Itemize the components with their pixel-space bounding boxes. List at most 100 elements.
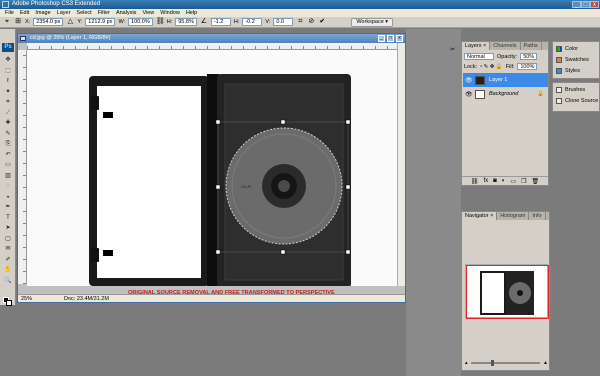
brush-icon[interactable]: ✎ <box>3 131 13 138</box>
tab-navigator[interactable]: Navigator × <box>462 212 498 220</box>
layer-row-background[interactable]: 👁 Background 🔒 <box>463 87 548 101</box>
menu-help[interactable]: Help <box>183 9 200 17</box>
crop-icon[interactable]: ⌗ <box>3 99 13 106</box>
move-icon[interactable]: ✥ <box>3 57 13 64</box>
tab-layers[interactable]: Layers × <box>462 42 491 50</box>
cancel-transform-icon[interactable]: ⊘ <box>307 18 315 26</box>
stamp-icon[interactable]: ⎘ <box>3 141 13 148</box>
marquee-icon[interactable]: ⬚ <box>3 68 13 75</box>
reference-point-icon[interactable]: ⊞ <box>14 18 22 26</box>
tab-info[interactable]: Info <box>529 212 546 220</box>
magic-wand-icon[interactable]: ✦ <box>3 89 13 96</box>
menu-edit[interactable]: Edit <box>17 9 32 17</box>
menu-window[interactable]: Window <box>157 9 183 17</box>
menu-image[interactable]: Image <box>32 9 53 17</box>
zoom-in-icon[interactable]: ▲ <box>543 360 548 366</box>
doc-minimize-button[interactable]: _ <box>378 35 385 42</box>
zoom-icon[interactable]: 🔍 <box>3 278 13 285</box>
minimize-button[interactable]: _ <box>572 1 581 8</box>
transform-tool-icon[interactable]: ⌖ <box>3 18 11 26</box>
h-skew-field[interactable]: -0.2 <box>242 18 263 26</box>
app-title: Adobe Photoshop CS3 Extended <box>12 1 101 7</box>
menu-view[interactable]: View <box>139 9 157 17</box>
x-position-field[interactable]: 2354.0 px <box>33 18 64 26</box>
layer-style-icon[interactable]: fx <box>484 178 489 184</box>
group-icon[interactable]: ▭ <box>510 178 516 185</box>
doc-maximize-button[interactable]: □ <box>387 35 394 42</box>
warp-mode-icon[interactable]: ⌗ <box>296 18 304 26</box>
menu-filter[interactable]: Filter <box>95 9 113 17</box>
ps-logo: Ps <box>2 43 14 52</box>
v-skew-field[interactable]: 0.0 <box>273 18 294 26</box>
workspace-button[interactable]: Workspace ▾ <box>351 17 394 27</box>
menu-file[interactable]: File <box>2 9 17 17</box>
relative-position-icon[interactable]: △ <box>66 18 74 26</box>
commit-transform-icon[interactable]: ✔ <box>318 18 326 26</box>
fill-label: Fill: <box>505 63 515 70</box>
pen-icon[interactable]: ✒ <box>3 204 13 211</box>
layer-row-layer-1[interactable]: 👁 Layer 1 <box>463 73 548 87</box>
tab-channels[interactable]: Channels <box>490 42 521 50</box>
link-icon[interactable]: ⛓ <box>156 18 165 26</box>
tab-paths[interactable]: Paths <box>521 42 542 50</box>
vertical-scrollbar[interactable] <box>397 43 405 286</box>
new-layer-icon[interactable]: ❐ <box>521 178 526 185</box>
blur-icon[interactable]: ◌ <box>3 183 13 190</box>
rotation-field[interactable]: -1.2 <box>210 18 231 26</box>
gradient-icon[interactable]: ▥ <box>3 173 13 180</box>
fill-field[interactable]: 100% <box>517 63 538 70</box>
color-icon <box>556 46 562 52</box>
brush-preset-icon[interactable]: ✂ <box>450 46 460 53</box>
link-layers-icon[interactable]: ⛓ <box>471 178 479 185</box>
type-icon[interactable]: T <box>3 215 13 222</box>
color-panel-button[interactable]: Color <box>556 46 578 52</box>
hand-icon[interactable]: ✋ <box>3 267 13 274</box>
history-brush-icon[interactable]: ↶ <box>3 152 13 159</box>
height-field[interactable]: 95.8% <box>175 18 197 26</box>
layer-thumbnail <box>475 75 485 85</box>
doc-close-button[interactable]: x <box>396 35 403 42</box>
navigator-preview[interactable] <box>465 264 549 319</box>
document-canvas[interactable]: CD-R <box>27 50 399 286</box>
zoom-slider[interactable] <box>470 360 541 366</box>
menu-select[interactable]: Select <box>73 9 94 17</box>
zoom-slider-knob[interactable] <box>491 360 495 366</box>
mask-icon[interactable]: ◙ <box>493 178 497 184</box>
shape-icon[interactable]: ▢ <box>3 236 13 243</box>
color-panel-group: Color Swatches Styles <box>552 41 600 79</box>
menu-bar: File Edit Image Layer Select Filter Anal… <box>0 9 600 17</box>
eyedropper-icon[interactable]: ✐ <box>3 257 13 264</box>
dodge-icon[interactable]: ◒ <box>3 194 13 201</box>
navigator-zoom-controls: ▴ ▲ <box>465 359 548 367</box>
navigator-view-box[interactable] <box>466 265 549 319</box>
background-color-swatch[interactable] <box>6 300 12 306</box>
eraser-icon[interactable]: ▭ <box>3 162 13 169</box>
slice-icon[interactable]: ⟋ <box>3 110 13 117</box>
eye-icon[interactable]: 👁 <box>465 77 473 84</box>
trash-icon[interactable]: 🗑 <box>531 178 539 185</box>
width-field[interactable]: 100.0% <box>128 18 153 26</box>
healing-icon[interactable]: ✚ <box>3 120 13 127</box>
zoom-level[interactable]: 25% <box>21 295 32 303</box>
lock-icons[interactable]: ▫ ✎ ✥ 🔒 <box>480 64 503 70</box>
clone-source-panel-button[interactable]: Clone Source <box>556 98 598 104</box>
maximize-button[interactable]: □ <box>581 1 590 8</box>
y-position-field[interactable]: 1212.9 px <box>85 18 116 26</box>
lasso-icon[interactable]: ℓ <box>3 78 13 85</box>
eye-icon[interactable]: 👁 <box>465 91 473 98</box>
opacity-field[interactable]: 50% <box>520 53 538 60</box>
path-select-icon[interactable]: ➤ <box>3 225 13 232</box>
styles-panel-button[interactable]: Styles <box>556 68 580 74</box>
adjustment-icon[interactable]: ◐ <box>502 178 506 184</box>
menu-layer[interactable]: Layer <box>54 9 74 17</box>
panel-side-icons: ✂ <box>450 46 460 86</box>
close-button[interactable]: x <box>590 1 599 8</box>
swatches-panel-button[interactable]: Swatches <box>556 57 589 63</box>
blend-mode-select[interactable]: Normal <box>464 53 494 60</box>
notes-icon[interactable]: ✉ <box>3 246 13 253</box>
brushes-panel-button[interactable]: Brushes <box>556 87 585 93</box>
zoom-out-icon[interactable]: ▴ <box>465 360 468 366</box>
tab-histogram[interactable]: Histogram <box>497 212 530 220</box>
menu-analysis[interactable]: Analysis <box>113 9 139 17</box>
app-title-bar: Adobe Photoshop CS3 Extended _ □ x <box>0 0 600 9</box>
